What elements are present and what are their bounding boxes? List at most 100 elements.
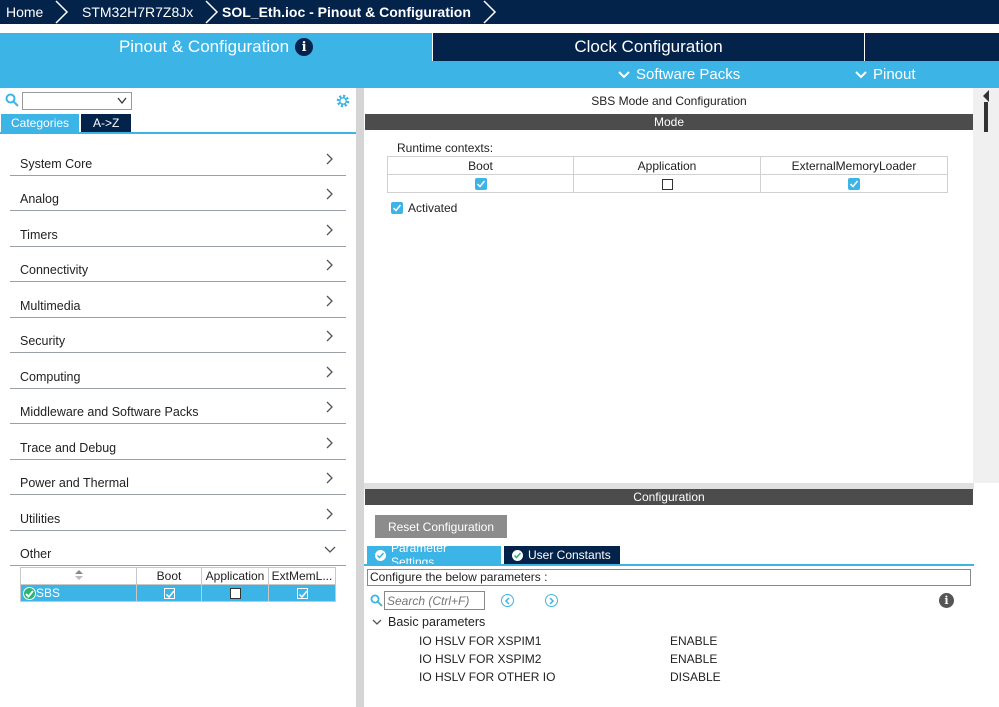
reset-configuration-button[interactable]: Reset Configuration (375, 515, 507, 538)
sbs-extmem-cell[interactable] (268, 584, 336, 602)
tab-a-z[interactable]: A->Z (81, 114, 132, 132)
configure-instructions: Configure the below parameters : (367, 569, 971, 586)
runtime-contexts-table: Boot Application ExternalMemoryLoader (387, 156, 948, 193)
category-middleware[interactable]: Middleware and Software Packs (10, 389, 346, 424)
scrollbar-thumb[interactable] (984, 102, 988, 132)
boot-checkbox[interactable] (163, 588, 175, 600)
column-header-boot[interactable]: Boot (136, 567, 202, 585)
category-security[interactable]: Security (10, 318, 346, 353)
parameter-value[interactable]: ENABLE (670, 634, 717, 648)
category-computing[interactable]: Computing (10, 353, 346, 389)
application-checkbox[interactable] (661, 178, 673, 190)
vertical-scrollbar[interactable] (973, 88, 999, 483)
category-system-core[interactable]: System Core (10, 140, 346, 176)
category-connectivity[interactable]: Connectivity (10, 247, 346, 282)
category-label: System Core (20, 156, 93, 171)
parameter-tabs: Parameter Settings User Constants (367, 541, 620, 569)
category-timers[interactable]: Timers (10, 211, 346, 247)
parameter-name: IO HSLV FOR XSPIM1 (419, 634, 542, 648)
tab-pinout-configuration[interactable]: Pinout & Configuration i (0, 33, 432, 61)
category-multimedia[interactable]: Multimedia (10, 282, 346, 318)
column-header-extmem[interactable]: ExtMemL... (268, 567, 336, 585)
boot-checkbox[interactable] (474, 178, 487, 191)
breadcrumb-home[interactable]: Home (0, 0, 72, 24)
right-panel: SBS Mode and Configuration Mode Runtime … (364, 88, 999, 707)
application-checkbox[interactable] (229, 588, 241, 600)
breadcrumb-project[interactable]: SOL_Eth.ioc - Pinout & Configuration (212, 0, 497, 24)
parameter-name: IO HSLV FOR OTHER IO (419, 670, 556, 684)
parameter-row[interactable]: IO HSLV FOR XSPIM2 ENABLE (419, 652, 739, 666)
tab-extra[interactable] (864, 33, 999, 61)
info-icon[interactable]: i (939, 593, 954, 608)
sub-toolbar: Software Packs Pinout (0, 61, 999, 88)
parameter-value[interactable]: ENABLE (670, 652, 717, 666)
search-next-button[interactable] (545, 594, 558, 607)
extmem-checkbox[interactable] (848, 178, 860, 191)
category-label: Security (20, 334, 66, 348)
breadcrumb-home-label: Home (6, 4, 44, 20)
category-search-row (0, 90, 356, 110)
category-label: Multimedia (20, 298, 81, 313)
sbs-name-cell[interactable]: SBS (20, 584, 137, 602)
check-circle-icon (512, 549, 523, 561)
category-list: System Core Analog Timers Connectivity M… (10, 140, 346, 566)
runtime-header-boot: Boot (387, 156, 574, 175)
category-label: Other (20, 547, 52, 561)
activated-checkbox[interactable] (391, 202, 403, 214)
tab-pinout-label: Pinout & Configuration (118, 37, 290, 56)
category-utilities[interactable]: Utilities (10, 495, 346, 531)
category-power-thermal[interactable]: Power and Thermal (10, 460, 346, 495)
category-other[interactable]: Other (10, 531, 346, 566)
sbs-application-cell[interactable] (201, 584, 269, 602)
tab-categories[interactable]: Categories (1, 114, 80, 132)
search-icon (5, 93, 19, 107)
parameter-row[interactable]: IO HSLV FOR OTHER IO DISABLE (419, 670, 739, 684)
category-analog[interactable]: Analog (10, 176, 346, 211)
sbs-boot-cell[interactable] (136, 584, 202, 602)
activated-label: Activated (408, 201, 458, 215)
category-label: Power and Thermal (20, 476, 129, 490)
tab-user-constants[interactable]: User Constants (504, 546, 620, 564)
tab-parameter-settings[interactable]: Parameter Settings (367, 541, 501, 569)
table-row[interactable]: SBS (20, 584, 336, 602)
chevron-right-icon (326, 295, 333, 306)
parameter-name: IO HSLV FOR XSPIM2 (419, 652, 542, 666)
chevron-right-icon (53, 0, 69, 24)
category-label: Analog (20, 192, 59, 206)
search-previous-button[interactable] (501, 594, 514, 607)
parameter-value[interactable]: DISABLE (670, 670, 721, 684)
category-label: Timers (20, 227, 58, 242)
parameter-search-input[interactable] (384, 591, 485, 610)
software-packs-menu[interactable]: Software Packs (618, 61, 740, 88)
chevron-down-icon (855, 70, 867, 78)
column-header-application[interactable]: Application (201, 567, 269, 585)
breadcrumb-device[interactable]: STM32H7R7Z8Jx (72, 0, 219, 24)
collapse-arrow-icon[interactable] (983, 90, 989, 102)
peripheral-table: Boot Application ExtMemL... SBS (20, 567, 336, 602)
info-icon[interactable]: i (295, 38, 314, 56)
gear-icon[interactable] (335, 93, 351, 109)
left-panel: Categories A->Z System Core Analog Timer… (0, 88, 356, 707)
chevron-right-icon (481, 0, 497, 24)
chevron-right-icon (326, 401, 333, 413)
sort-column-header[interactable] (20, 567, 137, 585)
tab-clock-configuration[interactable]: Clock Configuration (432, 33, 864, 61)
pinout-menu[interactable]: Pinout (855, 61, 916, 88)
table-header-row: Boot Application ExternalMemoryLoader (387, 156, 948, 175)
category-label: Connectivity (20, 263, 89, 277)
panel-splitter[interactable] (356, 88, 364, 707)
breadcrumb-device-label: STM32H7R7Z8Jx (82, 4, 194, 20)
sort-icon (74, 570, 83, 580)
main-tabs: Pinout & Configuration i Clock Configura… (0, 33, 999, 61)
check-circle-icon (375, 549, 386, 561)
chevron-down-icon (117, 97, 127, 105)
runtime-contexts-label: Runtime contexts: (397, 141, 494, 155)
category-trace-debug[interactable]: Trace and Debug (10, 424, 346, 460)
extmem-checkbox[interactable] (296, 588, 308, 600)
parameter-row[interactable]: IO HSLV FOR XSPIM1 ENABLE (419, 634, 739, 648)
breadcrumb-project-label: SOL_Eth.ioc - Pinout & Configuration (222, 4, 471, 20)
parameter-group-toggle[interactable]: Basic parameters (372, 615, 485, 629)
search-combobox[interactable] (22, 92, 132, 110)
activated-option[interactable]: Activated (391, 201, 457, 215)
divider (364, 564, 974, 566)
